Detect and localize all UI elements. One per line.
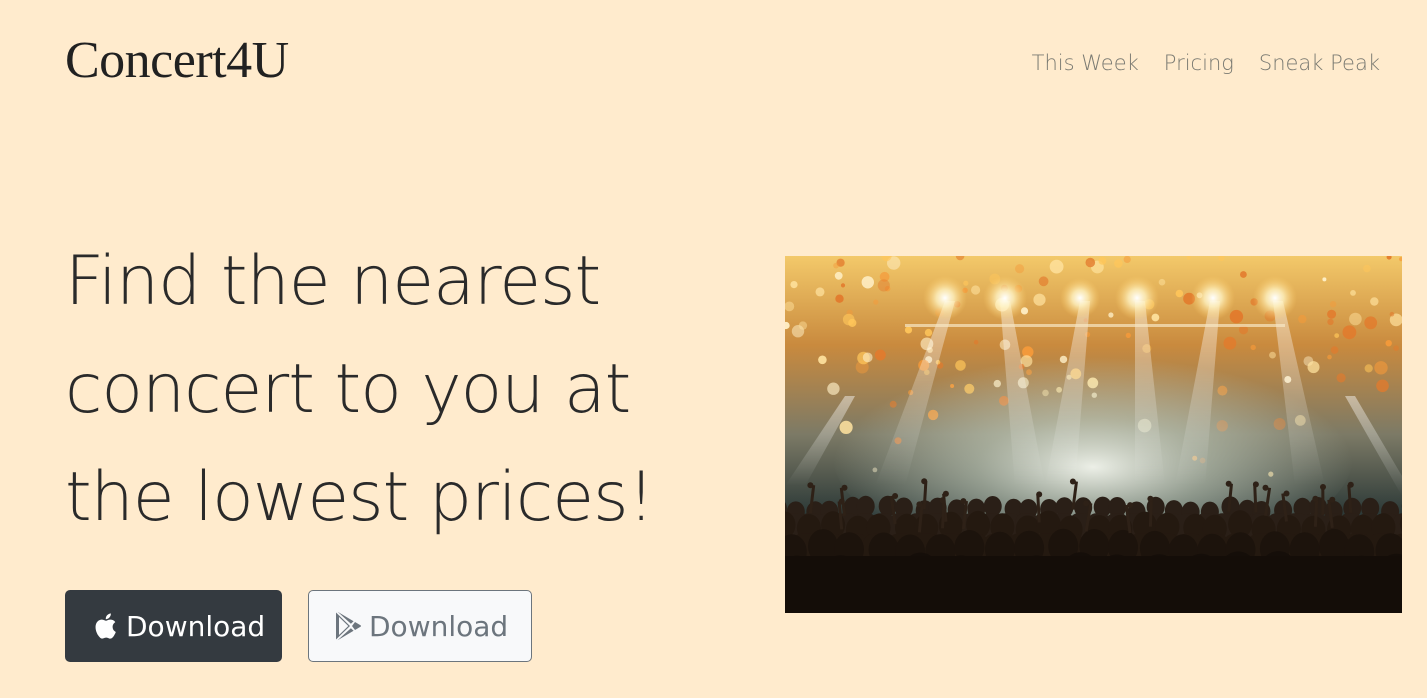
page: Concert4U This Week Pricing Sneak Peak F… <box>0 0 1427 698</box>
google-play-download-button[interactable]: Download <box>308 590 532 662</box>
hero-headline: Find the nearest concert to you at the l… <box>65 242 655 537</box>
nav-item-sneak-peak[interactable]: Sneak Peak <box>1259 46 1380 80</box>
google-play-icon <box>333 610 363 642</box>
brand-logo[interactable]: Concert4U <box>65 28 289 94</box>
nav-item-pricing[interactable]: Pricing <box>1164 46 1234 80</box>
apple-icon <box>90 610 120 642</box>
nav-item-this-week[interactable]: This Week <box>1032 46 1139 80</box>
apple-download-button[interactable]: Download <box>65 590 282 662</box>
main-nav: This Week Pricing Sneak Peak <box>1032 46 1380 80</box>
apple-download-label: Download <box>126 609 266 643</box>
concert-crowd-image <box>785 256 1402 613</box>
google-play-download-label: Download <box>369 609 509 643</box>
